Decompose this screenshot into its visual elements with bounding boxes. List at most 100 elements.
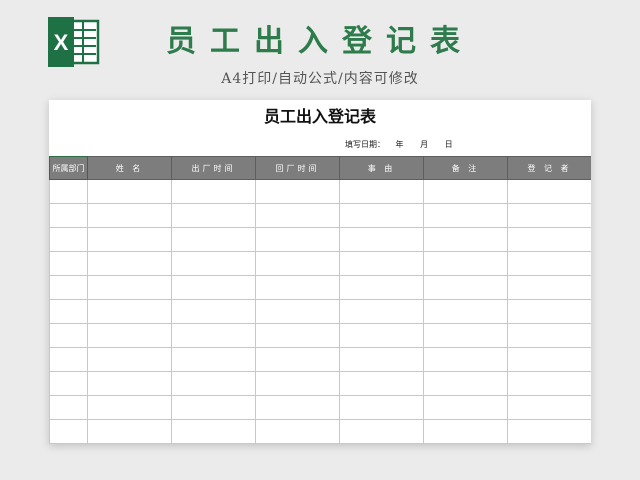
table-cell[interactable]: [339, 179, 424, 204]
table-row: [49, 203, 591, 228]
table-cell[interactable]: [87, 299, 172, 324]
table-cell[interactable]: [507, 179, 591, 204]
table-row: [49, 179, 591, 204]
table-cell[interactable]: [507, 227, 591, 252]
table-cell[interactable]: [87, 347, 172, 372]
table-cell[interactable]: [87, 179, 172, 204]
table-row: [49, 419, 591, 444]
table-cell[interactable]: [339, 419, 424, 444]
table-cell[interactable]: [507, 275, 591, 300]
table-cell[interactable]: [507, 395, 591, 420]
table-cell[interactable]: [171, 419, 256, 444]
table-cell[interactable]: [49, 275, 88, 300]
table-row: [49, 227, 591, 252]
table-cell[interactable]: [339, 275, 424, 300]
table-cell[interactable]: [171, 203, 256, 228]
table-cell[interactable]: [339, 299, 424, 324]
column-header-remarks[interactable]: 备 注: [423, 156, 508, 180]
table-cell[interactable]: [339, 371, 424, 396]
table-cell[interactable]: [423, 395, 508, 420]
table-cell[interactable]: [171, 323, 256, 348]
table-cell[interactable]: [423, 275, 508, 300]
table-cell[interactable]: [255, 275, 340, 300]
table-cell[interactable]: [339, 395, 424, 420]
table-cell[interactable]: [255, 179, 340, 204]
table-cell[interactable]: [507, 419, 591, 444]
table-cell[interactable]: [507, 203, 591, 228]
table-cell[interactable]: [339, 203, 424, 228]
column-header-return-time[interactable]: 回厂时间: [255, 156, 340, 180]
table-cell[interactable]: [87, 323, 172, 348]
table-cell[interactable]: [507, 323, 591, 348]
table-row: [49, 251, 591, 276]
table-cell[interactable]: [255, 371, 340, 396]
table-cell[interactable]: [255, 395, 340, 420]
table-cell[interactable]: [87, 227, 172, 252]
table-cell[interactable]: [255, 251, 340, 276]
banner-title: 员工出入登记表: [166, 24, 474, 59]
table-cell[interactable]: [49, 395, 88, 420]
table-cell[interactable]: [87, 251, 172, 276]
table-cell[interactable]: [87, 203, 172, 228]
table-cell[interactable]: [255, 299, 340, 324]
header-row: 所属部门 姓 名 出厂时间 回厂时间 事 由 备 注 登 记 者: [49, 156, 591, 180]
fill-date-month: 月: [420, 140, 429, 149]
spreadsheet-sheet: 员工出入登记表 填写日期： 年 月 日 所属部门 姓 名 出厂时间 回厂时间 事…: [49, 100, 591, 444]
table-cell[interactable]: [49, 227, 88, 252]
table-cell[interactable]: [255, 203, 340, 228]
column-header-exit-time[interactable]: 出厂时间: [171, 156, 256, 180]
table-cell[interactable]: [49, 299, 88, 324]
table-cell[interactable]: [423, 203, 508, 228]
table-cell[interactable]: [423, 419, 508, 444]
column-header-reason[interactable]: 事 由: [339, 156, 424, 180]
table-cell[interactable]: [423, 251, 508, 276]
excel-icon-letter: X: [54, 30, 69, 55]
table-cell[interactable]: [339, 227, 424, 252]
column-header-name[interactable]: 姓 名: [87, 156, 172, 180]
table-cell[interactable]: [49, 251, 88, 276]
table-cell[interactable]: [87, 395, 172, 420]
table-cell[interactable]: [255, 347, 340, 372]
table-cell[interactable]: [171, 227, 256, 252]
table-cell[interactable]: [255, 323, 340, 348]
table-row: [49, 275, 591, 300]
table-cell[interactable]: [171, 179, 256, 204]
table-cell[interactable]: [423, 371, 508, 396]
table-cell[interactable]: [339, 347, 424, 372]
banner-subtitle: A4打印/自动公式/内容可修改: [221, 71, 419, 87]
table-cell[interactable]: [507, 347, 591, 372]
column-header-department[interactable]: 所属部门: [49, 156, 88, 180]
table-cell[interactable]: [339, 323, 424, 348]
table-cell[interactable]: [507, 371, 591, 396]
table-cell[interactable]: [171, 371, 256, 396]
column-header-registrar[interactable]: 登 记 者: [507, 156, 591, 180]
table-cell[interactable]: [171, 395, 256, 420]
table-cell[interactable]: [423, 347, 508, 372]
table-row: [49, 323, 591, 348]
table-cell[interactable]: [87, 371, 172, 396]
table-cell[interactable]: [171, 275, 256, 300]
table-cell[interactable]: [255, 227, 340, 252]
table-cell[interactable]: [87, 275, 172, 300]
table-cell[interactable]: [507, 299, 591, 324]
table-cell[interactable]: [49, 419, 88, 444]
table-cell[interactable]: [171, 251, 256, 276]
table-cell[interactable]: [339, 251, 424, 276]
table-cell[interactable]: [49, 203, 88, 228]
table-cell[interactable]: [423, 179, 508, 204]
fill-date: 填写日期： 年 月 日: [345, 139, 453, 151]
excel-icon: X: [48, 17, 100, 67]
table-cell[interactable]: [171, 347, 256, 372]
table-cell[interactable]: [171, 299, 256, 324]
table-cell[interactable]: [423, 323, 508, 348]
table-cell[interactable]: [423, 227, 508, 252]
table-cell[interactable]: [87, 419, 172, 444]
table-cell[interactable]: [507, 251, 591, 276]
table-cell[interactable]: [49, 323, 88, 348]
table-cell[interactable]: [49, 371, 88, 396]
table-cell[interactable]: [49, 179, 88, 204]
table-cell[interactable]: [49, 347, 88, 372]
table-cell[interactable]: [255, 419, 340, 444]
fill-date-label: 填写日期：: [345, 140, 385, 149]
table-cell[interactable]: [423, 299, 508, 324]
